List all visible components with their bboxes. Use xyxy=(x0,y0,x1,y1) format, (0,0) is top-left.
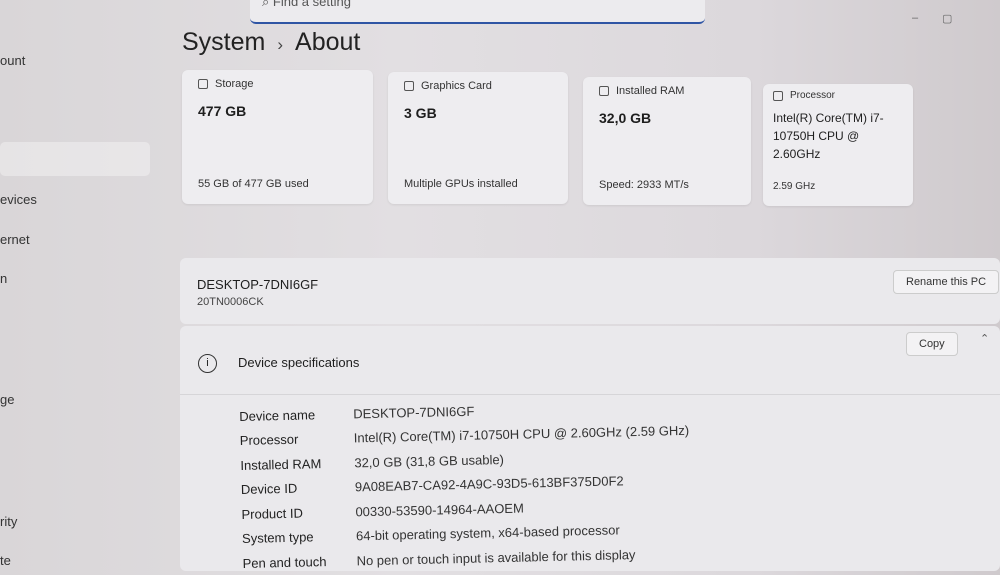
specs-list: Device name DESKTOP-7DNI6GF Processor Inte… xyxy=(239,394,692,575)
card-label: Graphics Card xyxy=(421,80,492,92)
sidebar-item-personalization[interactable]: n xyxy=(0,271,7,286)
card-label: Processor xyxy=(790,90,836,101)
spec-value: 32,0 GB (31,8 GB usable) xyxy=(354,451,505,471)
spec-value: Intel(R) Core(TM) i7-10750H CPU @ 2.60GH… xyxy=(353,423,690,446)
card-label: Storage xyxy=(215,78,254,90)
spec-label: Pen and touch xyxy=(242,553,327,571)
breadcrumb: System › About xyxy=(182,28,360,57)
card-footer: 55 GB of 477 GB used xyxy=(198,178,309,190)
spec-label: Product ID xyxy=(241,505,304,522)
page-title: About xyxy=(295,28,361,56)
minimize-icon[interactable]: – xyxy=(912,12,918,24)
spec-value: 64-bit operating system, x64-based proce… xyxy=(355,522,620,544)
copy-button[interactable]: Copy xyxy=(906,332,958,356)
maximize-icon[interactable]: ▢ xyxy=(942,12,952,25)
graphics-card: Graphics Card 3 GB Multiple GPUs install… xyxy=(388,72,568,204)
ram-card: Installed RAM 32,0 GB Speed: 2933 MT/s xyxy=(583,77,751,205)
spec-label: Device name xyxy=(239,407,316,424)
chevron-up-icon[interactable]: ⌃ xyxy=(980,332,989,345)
card-footer: Multiple GPUs installed xyxy=(404,178,518,190)
spec-label: Device ID xyxy=(240,480,298,498)
gpu-icon xyxy=(404,81,414,91)
sidebar-selected-item[interactable] xyxy=(0,142,150,176)
card-footer: 2.59 GHz xyxy=(773,181,816,192)
processor-card: Processor Intel(R) Core(TM) i7-10750H CP… xyxy=(763,84,913,206)
card-value: 3 GB xyxy=(404,105,437,121)
sidebar-item-language[interactable]: ge xyxy=(0,392,14,407)
card-footer: Speed: 2933 MT/s xyxy=(599,179,689,191)
spec-label: Processor xyxy=(239,431,299,449)
spec-value: 00330-53590-14964-AAOEM xyxy=(355,500,524,520)
sidebar-item-devices[interactable]: evices xyxy=(0,192,37,207)
sidebar-item-accounts[interactable]: ount xyxy=(0,53,25,68)
specs-title: Device specifications xyxy=(238,355,360,370)
search-input[interactable]: ⌕ Find a setting xyxy=(250,0,705,24)
info-icon: i xyxy=(198,354,217,373)
processor-icon xyxy=(773,90,783,101)
spec-value: 9A08EAB7-CA92-4A9C-93D5-613BF375D0F2 xyxy=(354,473,624,495)
breadcrumb-system[interactable]: System xyxy=(182,28,265,56)
sidebar-item-security[interactable]: rity xyxy=(0,514,17,529)
sidebar-item-update[interactable]: te xyxy=(0,553,11,568)
device-specs-panel: i Device specifications Copy ⌃ Device na… xyxy=(180,326,1000,571)
device-model: 20TN0006CK xyxy=(197,296,264,308)
device-name: DESKTOP-7DNI6GF xyxy=(197,277,319,292)
card-value: 32,0 GB xyxy=(599,110,652,126)
ram-icon xyxy=(599,86,609,96)
card-label: Installed RAM xyxy=(616,85,685,97)
spec-label: Installed RAM xyxy=(240,455,322,473)
sidebar-item-network[interactable]: ernet xyxy=(0,232,30,247)
card-value: Intel(R) Core(TM) i7-10750H CPU @ 2.60GH… xyxy=(773,111,884,161)
rename-pc-button[interactable]: Rename this PC xyxy=(893,270,1000,294)
search-placeholder: Find a setting xyxy=(272,0,351,9)
card-value: 477 GB xyxy=(198,103,247,119)
divider xyxy=(180,394,1000,395)
device-name-panel: DESKTOP-7DNI6GF 20TN0006CK Rename this P… xyxy=(180,258,1000,324)
storage-card: Storage 477 GB 55 GB of 477 GB used xyxy=(182,70,373,204)
spec-value: DESKTOP-7DNI6GF xyxy=(353,403,475,422)
storage-icon xyxy=(198,79,208,89)
spec-label: System type xyxy=(241,529,314,547)
chevron-right-icon: › xyxy=(277,35,284,54)
search-icon: ⌕ xyxy=(262,0,273,9)
